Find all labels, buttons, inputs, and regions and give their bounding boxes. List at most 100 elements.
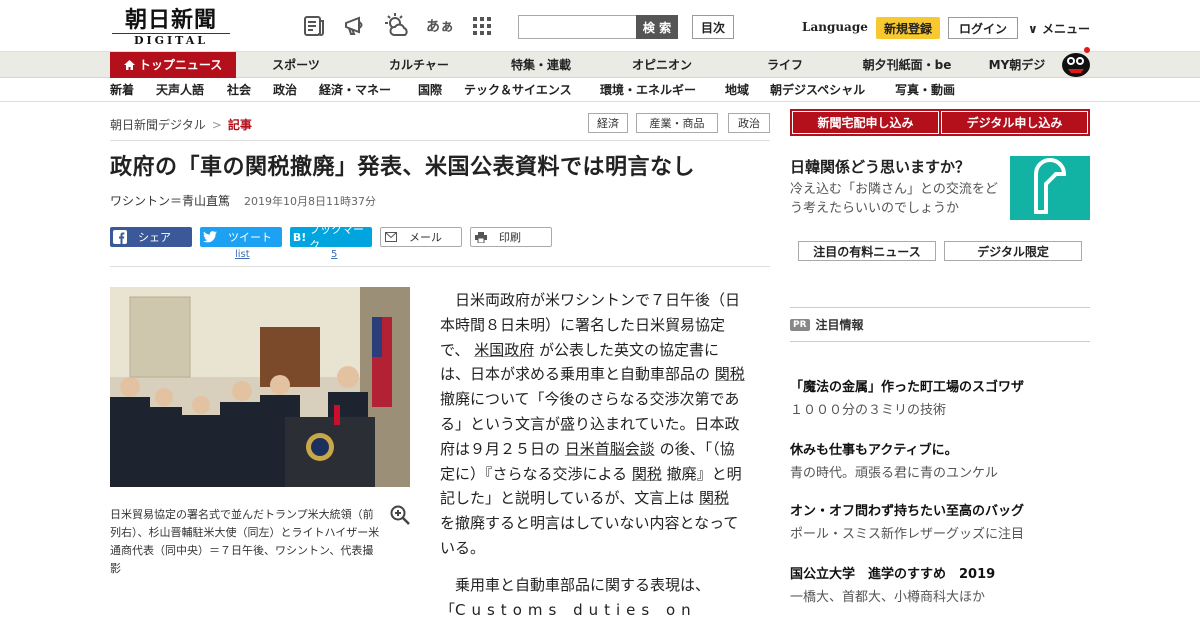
article-author: ワシントン＝青山直篤 — [110, 194, 231, 208]
font-size-icon[interactable]: あぁ — [426, 12, 454, 40]
article-photo[interactable] — [110, 287, 410, 487]
article-paragraph: 乗用車と自動車部品に関する表現は、「Customs duties on — [440, 573, 746, 623]
logo-japanese: 朝日新聞 — [124, 7, 217, 33]
print-button[interactable]: 印刷 — [470, 227, 552, 247]
ad-text[interactable]: 冷え込む「お隣さん」との交流をどう考えたらいいのでしょうか — [790, 180, 1006, 218]
twitter-share-button[interactable]: ツイート — [200, 227, 282, 247]
tab-paid-news[interactable]: 注目の有料ニュース — [798, 241, 936, 261]
nav-international[interactable]: 国際 — [418, 78, 442, 102]
nav-tenseijingo[interactable]: 天声人語 — [156, 78, 204, 102]
login-button[interactable]: ログイン — [948, 17, 1018, 39]
keyword-link[interactable]: 関税 — [699, 489, 729, 507]
facebook-share-button[interactable]: シェア — [110, 227, 192, 247]
pr-item-title: オン・オフ問わず持ちたい至高のバッグ — [790, 504, 1025, 519]
breadcrumb: 朝日新聞デジタル > 記事 — [110, 116, 252, 133]
site-logo[interactable]: 朝日新聞 DIGITAL — [112, 7, 230, 47]
secondary-nav: 新着 天声人語 社会 政治 経済・マネー 国際 テック＆サイエンス 環境・エネル… — [0, 78, 1200, 102]
ad-image[interactable] — [1010, 156, 1090, 220]
search-input[interactable] — [518, 15, 636, 39]
zoom-icon[interactable] — [390, 505, 410, 525]
nav-life[interactable]: ライフ — [724, 52, 846, 78]
tag-industry[interactable]: 産業・商品 — [636, 113, 718, 133]
nav-culture[interactable]: カルチャー — [356, 52, 482, 78]
pr-item[interactable]: オン・オフ問わず持ちたい至高のバッグ ポール・スミス新作レザーグッズに注目 — [790, 503, 1090, 544]
keyword-link[interactable]: 日米首脳会談 — [565, 440, 655, 458]
pr-badge: PR — [790, 318, 810, 331]
pr-heading-label: 注目情報 — [815, 318, 864, 332]
chevron-down-icon: ∨ — [1028, 22, 1038, 36]
tab-digital-only[interactable]: デジタル限定 — [944, 241, 1082, 261]
menu-button[interactable]: ∨ メニュー — [1028, 20, 1090, 37]
keyword-link[interactable]: 米国政府 — [474, 341, 534, 359]
pr-item[interactable]: 「魔法の金属」作った町工場のスゴワザ １０００分の３ミリの技術 — [790, 379, 1090, 420]
text-run: を撤廃すると明言はしていない内容となっている。 — [440, 514, 739, 557]
grid-menu-icon[interactable] — [468, 12, 496, 40]
breadcrumb-separator: > — [211, 118, 222, 132]
pr-item-sub: 一橋大、首都大、小樽商科大ほか — [790, 590, 986, 605]
menu-label: メニュー — [1041, 22, 1090, 36]
divider — [790, 307, 1090, 308]
nav-tech[interactable]: テック＆サイエンス — [464, 78, 572, 102]
mail-label: メール — [409, 231, 442, 244]
megaphone-icon[interactable] — [342, 12, 370, 40]
keyword-link[interactable]: 関税 — [715, 365, 745, 383]
pr-item-title: 「魔法の金属」作った町工場のスゴワザ — [790, 380, 1025, 395]
pr-item-title: 国公立大学 進学のすすめ 2019 — [790, 567, 996, 582]
header-icon-group: あぁ — [300, 12, 496, 40]
nav-society[interactable]: 社会 — [227, 78, 251, 102]
pr-item-sub: ポール・スミス新作レザーグッズに注目 — [790, 527, 1025, 542]
mascot-icon[interactable] — [1058, 44, 1092, 78]
print-label: 印刷 — [499, 231, 521, 244]
nav-economy[interactable]: 経済・マネー — [319, 78, 391, 102]
breadcrumb-home[interactable]: 朝日新聞デジタル — [110, 118, 206, 132]
weather-icon[interactable] — [384, 12, 412, 40]
subscribe-digital-button[interactable]: デジタル申し込み — [939, 109, 1090, 136]
photo-caption: 日米貿易協定の署名式で並んだトランプ米大統領（前列右）、杉山晋輔駐米大使（同左）… — [110, 508, 380, 575]
mail-button[interactable]: メール — [380, 227, 462, 247]
nav-special[interactable]: 朝デジスペシャル — [770, 78, 865, 102]
pr-item-sub: １０００分の３ミリの技術 — [790, 403, 947, 418]
twitter-count[interactable]: list — [235, 249, 250, 260]
hatena-bookmark-label: ブックマーク — [309, 223, 365, 252]
divider — [110, 140, 770, 141]
nav-paper[interactable]: 朝夕刊紙面・be — [846, 52, 968, 78]
nav-top-news[interactable]: トップニュース — [110, 52, 236, 78]
search-button[interactable]: 検 索 — [636, 15, 678, 39]
facebook-share-label: シェア — [138, 231, 171, 244]
nav-latest[interactable]: 新着 — [110, 78, 134, 102]
article-paragraph: 日米両政府が米ワシントンで７日午後（日本時間８日未明）に署名した日米貿易協定で、… — [440, 288, 746, 561]
nav-my-asahi[interactable]: MY朝デジ — [968, 52, 1066, 78]
pr-item-title: 休みも仕事もアクティブに。 — [790, 443, 958, 458]
article-date: 2019年10月8日11時37分 — [244, 195, 376, 208]
pr-item[interactable]: 国公立大学 進学のすすめ 2019 一橋大、首都大、小樽商科大ほか — [790, 566, 1090, 607]
keyword-link[interactable]: 関税 — [632, 465, 662, 483]
tag-economy[interactable]: 経済 — [588, 113, 628, 133]
breadcrumb-current: 記事 — [227, 118, 252, 132]
ad-title[interactable]: 日韓関係どう思いますか？ — [790, 156, 970, 177]
article-byline: ワシントン＝青山直篤 2019年10月8日11時37分 — [110, 192, 376, 209]
nav-environment[interactable]: 環境・エネルギー — [600, 78, 696, 102]
subscribe-paper-button[interactable]: 新聞宅配申し込み — [790, 109, 941, 136]
nav-features[interactable]: 特集・連載 — [482, 52, 600, 78]
nav-top-news-label: トップニュース — [138, 58, 223, 72]
nav-politics[interactable]: 政治 — [273, 78, 297, 102]
language-link[interactable]: Language — [802, 20, 868, 34]
newspaper-icon[interactable] — [300, 12, 328, 40]
twitter-icon — [200, 227, 220, 247]
nav-sports[interactable]: スポーツ — [236, 52, 356, 78]
nav-opinion[interactable]: オピニオン — [600, 52, 724, 78]
hatena-count[interactable]: 5 — [331, 249, 337, 260]
register-button[interactable]: 新規登録 — [876, 17, 940, 39]
pr-heading: PR 注目情報 — [790, 316, 864, 333]
tag-politics[interactable]: 政治 — [728, 113, 770, 133]
pr-item[interactable]: 休みも仕事もアクティブに。 青の時代。頑張る君に青のユンケル — [790, 442, 1090, 483]
search-form: 検 索 — [518, 15, 678, 39]
facebook-icon — [110, 227, 130, 247]
hatena-bookmark-button[interactable]: B! ブックマーク — [290, 223, 372, 252]
nav-region[interactable]: 地域 — [725, 78, 749, 102]
mail-icon — [381, 227, 401, 247]
pr-item-sub: 青の時代。頑張る君に青のユンケル — [790, 466, 999, 481]
nav-photo-video[interactable]: 写真・動画 — [895, 78, 955, 102]
divider — [110, 266, 770, 267]
toc-button[interactable]: 目次 — [692, 15, 734, 39]
